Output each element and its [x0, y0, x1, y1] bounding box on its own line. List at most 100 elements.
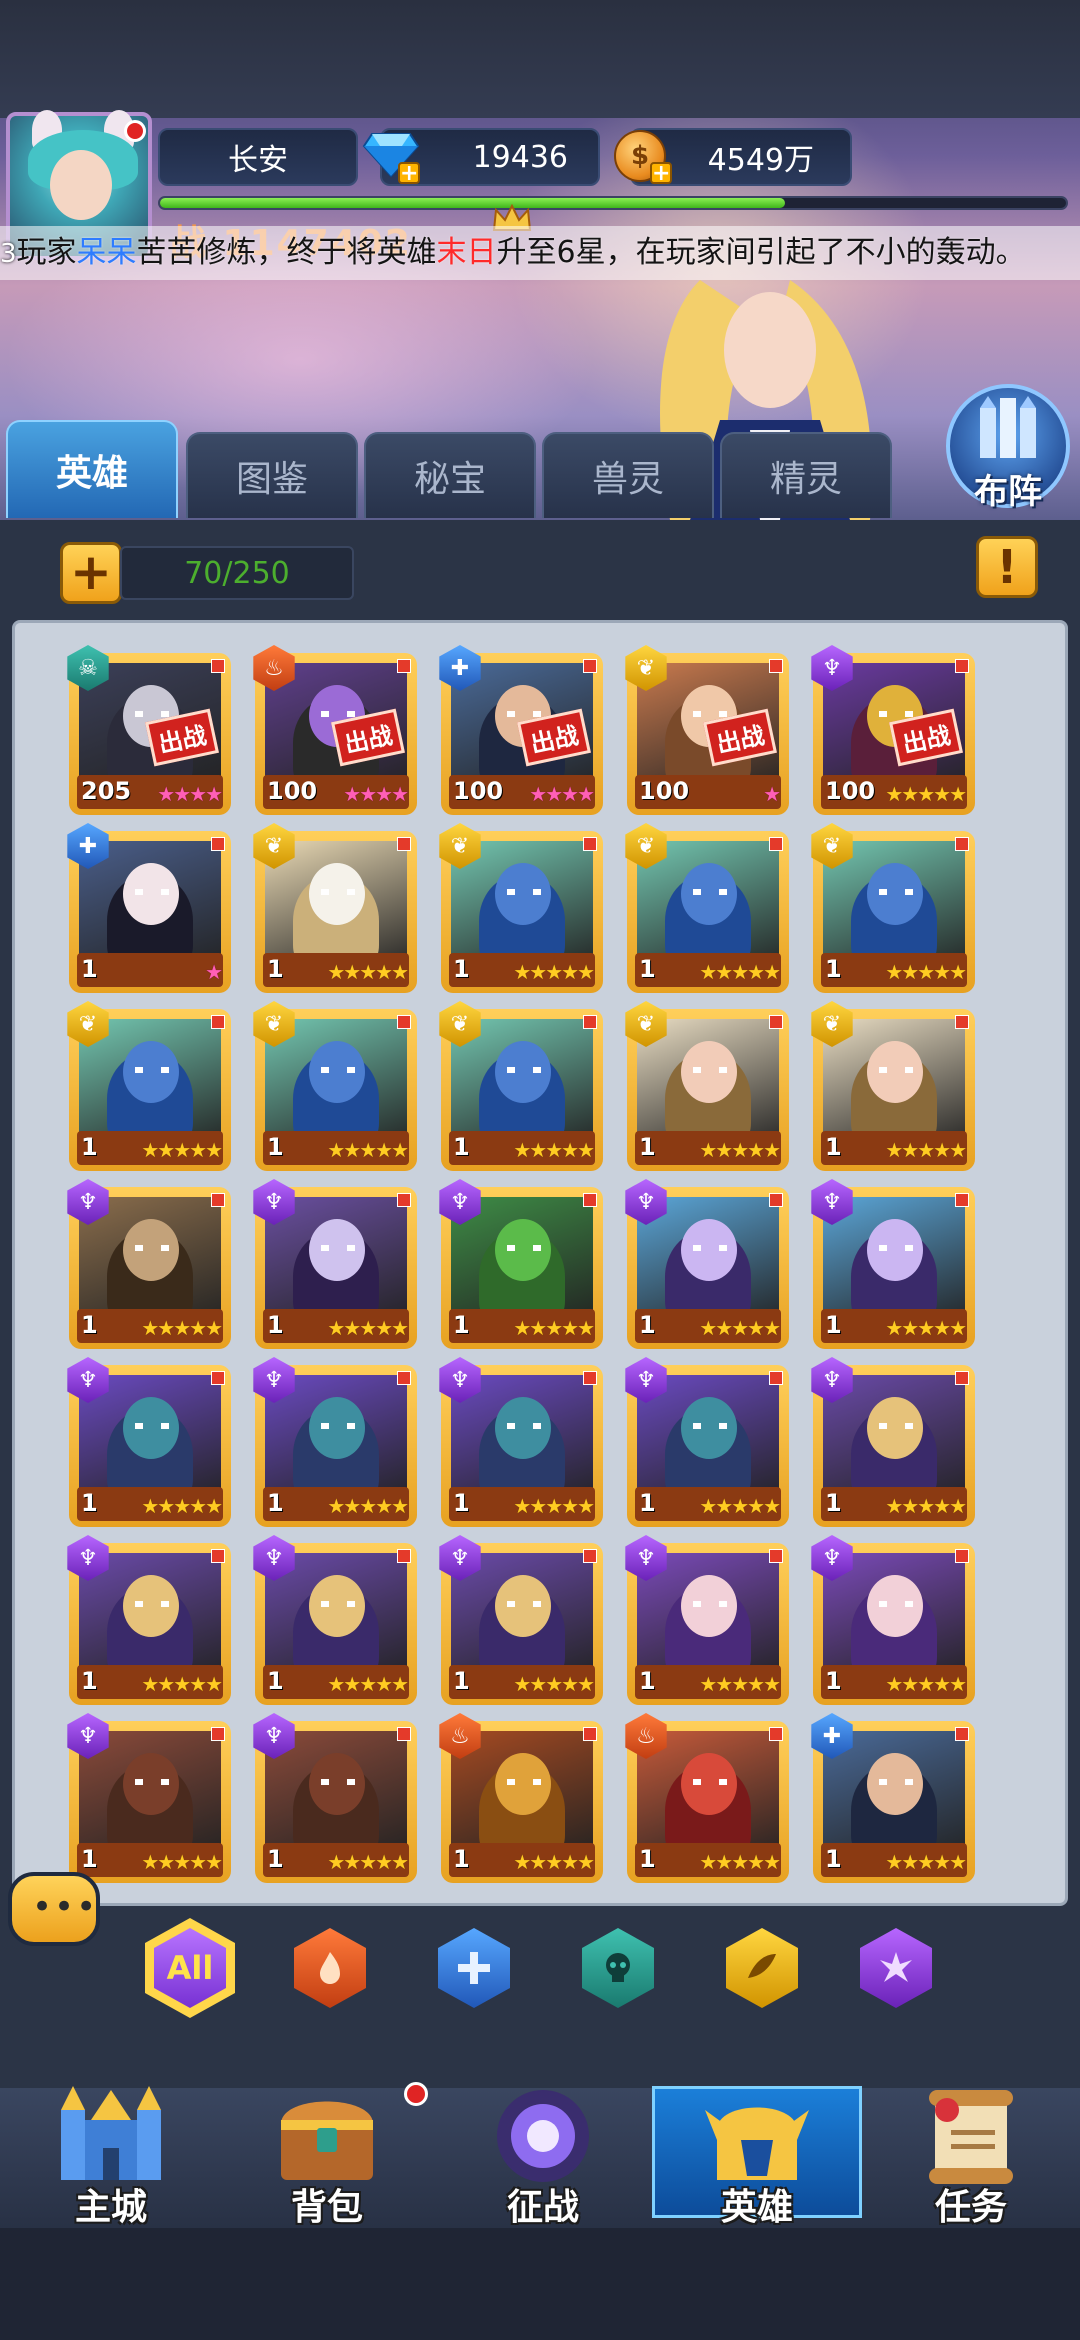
- hero-level: 1: [825, 1845, 842, 1873]
- hero-corner-marker: [211, 1727, 225, 1741]
- hero-corner-marker: [955, 1549, 969, 1563]
- hero-card[interactable]: 1 ★★★★★ ♨: [625, 1713, 789, 1883]
- hero-corner-marker: [211, 1549, 225, 1563]
- nav-main-city-label: 主城: [74, 2187, 147, 2228]
- hero-card[interactable]: 1 ★★★★★ ❦: [67, 1001, 231, 1171]
- hero-card[interactable]: 1 ★★★★★ ❦: [811, 1001, 975, 1171]
- hero-level: 1: [81, 1489, 98, 1517]
- hero-portrait-eyes: [879, 1067, 913, 1073]
- add-gems-icon[interactable]: +: [398, 162, 420, 185]
- add-gold-icon[interactable]: +: [650, 162, 672, 185]
- hero-card[interactable]: 1 ★★★★★ ♆: [811, 1179, 975, 1349]
- player-name: 长安: [228, 143, 288, 178]
- hero-card[interactable]: 1 ★★★★★ ❦: [253, 823, 417, 993]
- hero-corner-marker: [769, 1549, 783, 1563]
- hero-level: 1: [639, 1845, 656, 1873]
- hero-level: 1: [81, 955, 98, 983]
- announcement-hero: 末日: [436, 235, 497, 270]
- hero-level: 100: [639, 777, 690, 805]
- hero-corner-marker: [955, 1727, 969, 1741]
- hero-card[interactable]: 100 ★★★★ ✚ 出战: [439, 645, 603, 815]
- tab-spirit[interactable]: 精灵: [720, 432, 892, 518]
- hero-card[interactable]: 1 ★★★★★ ❦: [439, 1001, 603, 1171]
- hero-level: 1: [81, 1845, 98, 1873]
- hero-level: 100: [825, 777, 876, 805]
- hero-stars: ★★★★★: [699, 1494, 781, 1518]
- hero-level: 100: [453, 777, 504, 805]
- hero-card[interactable]: 1 ★★★★★ ♆: [439, 1535, 603, 1705]
- hero-card[interactable]: 1 ★★★★★ ♆: [439, 1179, 603, 1349]
- hero-portrait-eyes: [135, 1779, 169, 1785]
- announcement-index: 3: [0, 239, 17, 269]
- hero-corner-marker: [397, 659, 411, 673]
- hero-corner-marker: [583, 1015, 597, 1029]
- hero-corner-marker: [397, 1549, 411, 1563]
- hero-card[interactable]: 1 ★★★★★ ♆: [439, 1357, 603, 1527]
- chat-button[interactable]: •••: [8, 1872, 100, 1946]
- tab-heroes[interactable]: 英雄: [6, 420, 178, 518]
- nav-heroes-label: 英雄: [720, 2187, 793, 2228]
- tab-treasure[interactable]: 秘宝: [364, 432, 536, 518]
- hero-card[interactable]: 1 ★ ✚: [67, 823, 231, 993]
- hero-card[interactable]: 205 ★★★★ ☠ 出战: [67, 645, 231, 815]
- hero-portrait-eyes: [693, 1245, 727, 1251]
- hero-card[interactable]: 1 ★★★★★ ♆: [253, 1179, 417, 1349]
- hero-card[interactable]: 1 ★★★★★ ♆: [625, 1179, 789, 1349]
- hero-card[interactable]: 1 ★★★★★ ♆: [253, 1535, 417, 1705]
- hero-corner-marker: [211, 1015, 225, 1029]
- hero-card[interactable]: 1 ★★★★★ ❦: [253, 1001, 417, 1171]
- hero-card[interactable]: 100 ★ ❦ 出战: [625, 645, 789, 815]
- hero-portrait-eyes: [693, 1601, 727, 1607]
- hero-card[interactable]: 1 ★★★★★ ❦: [811, 823, 975, 993]
- hero-card[interactable]: 1 ★★★★★ ❦: [625, 823, 789, 993]
- hero-card[interactable]: 1 ★★★★★ ♆: [625, 1357, 789, 1527]
- filter-wind-button[interactable]: [726, 1928, 798, 2008]
- hero-portrait-eyes: [693, 889, 727, 895]
- announcement-prefix: 玩家: [16, 235, 77, 270]
- hero-card[interactable]: 1 ★★★★★ ✚: [811, 1713, 975, 1883]
- filter-holy-button[interactable]: [438, 1928, 510, 2008]
- hero-card[interactable]: 100 ★★★★ ♨ 出战: [253, 645, 417, 815]
- hero-corner-marker: [397, 1015, 411, 1029]
- hero-card[interactable]: 1 ★★★★★ ♆: [253, 1357, 417, 1527]
- hero-corner-marker: [397, 837, 411, 851]
- hero-card[interactable]: 1 ★★★★★ ♆: [67, 1713, 231, 1883]
- hero-card[interactable]: 1 ★★★★★ ♆: [67, 1179, 231, 1349]
- hero-corner-marker: [769, 1371, 783, 1385]
- hero-card[interactable]: 1 ★★★★★ ♨: [439, 1713, 603, 1883]
- hero-stars: ★: [763, 782, 781, 806]
- hero-card[interactable]: 1 ★★★★★ ♆: [811, 1535, 975, 1705]
- filter-undead-button[interactable]: [582, 1928, 654, 2008]
- hero-grid: 205 ★★★★ ☠ 出战 100 ★★★★ ♨ 出战 100 ★★★★ ✚ 出战 100 ★ ❦ 出战 100…: [12, 620, 1068, 1906]
- hero-level: 1: [453, 1311, 470, 1339]
- hero-card[interactable]: 1 ★★★★★ ♆: [67, 1535, 231, 1705]
- hero-card[interactable]: 1 ★★★★★ ♆: [625, 1535, 789, 1705]
- hero-card[interactable]: 1 ★★★★★ ♆: [253, 1713, 417, 1883]
- info-button[interactable]: !: [976, 536, 1038, 598]
- hero-corner-marker: [955, 837, 969, 851]
- hero-card[interactable]: 1 ★★★★★ ❦: [439, 823, 603, 993]
- hero-corner-marker: [583, 1193, 597, 1207]
- hero-card[interactable]: 1 ★★★★★ ❦: [625, 1001, 789, 1171]
- hero-level: 1: [639, 1489, 656, 1517]
- hero-level: 1: [81, 1133, 98, 1161]
- hero-capacity-text: 70/250: [184, 555, 290, 591]
- hero-card[interactable]: 1 ★★★★★ ♆: [67, 1357, 231, 1527]
- hero-portrait-eyes: [507, 1067, 541, 1073]
- hero-card[interactable]: 100 ★★★★★ ♆ 出战: [811, 645, 975, 815]
- expand-capacity-button[interactable]: +: [60, 542, 122, 604]
- filter-fire-button[interactable]: [294, 1928, 366, 2008]
- nav-backpack[interactable]: 背包: [222, 2078, 432, 2228]
- filter-dark-button[interactable]: [860, 1928, 932, 2008]
- nav-campaign[interactable]: 征战: [438, 2078, 648, 2228]
- hero-portrait-eyes: [507, 1601, 541, 1607]
- tab-codex[interactable]: 图鉴: [186, 432, 358, 518]
- nav-quests[interactable]: 任务: [866, 2078, 1076, 2228]
- hero-card[interactable]: 1 ★★★★★ ♆: [811, 1357, 975, 1527]
- nav-heroes[interactable]: 英雄: [652, 2078, 862, 2228]
- tab-beast-spirit[interactable]: 兽灵: [542, 432, 714, 518]
- hero-portrait-eyes: [879, 1423, 913, 1429]
- experience-bar: [158, 196, 1068, 210]
- nav-main-city[interactable]: 主城: [6, 2078, 216, 2228]
- announcement-player: 呆呆: [76, 235, 137, 270]
